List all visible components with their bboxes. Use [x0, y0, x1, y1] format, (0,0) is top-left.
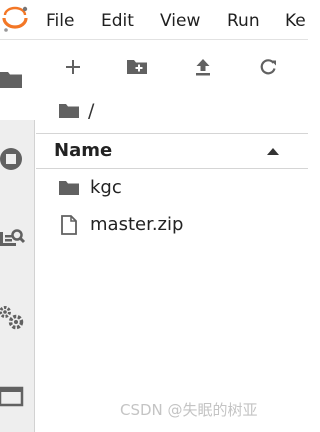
watermark: CSDN @失眠的树亚 [120, 401, 258, 419]
file-icon [61, 215, 77, 235]
jupyterlab-window: File Edit View Run Ke / Name kgc master.… [0, 0, 308, 432]
plus-icon [66, 60, 80, 74]
folder-icon[interactable] [0, 66, 26, 92]
refresh-button[interactable] [255, 54, 281, 80]
menu-file[interactable]: File [46, 10, 74, 32]
menu-view[interactable]: View [160, 10, 200, 32]
jupyter-logo-icon [0, 4, 30, 34]
file-name[interactable]: kgc [90, 176, 122, 200]
new-folder-icon [127, 60, 147, 74]
new-launcher-button[interactable] [60, 54, 86, 80]
upload-button[interactable] [190, 54, 216, 80]
stop-circle-icon[interactable] [0, 146, 26, 172]
menu-kernel[interactable]: Ke [285, 10, 306, 32]
menu-bar: File Edit View Run Ke [0, 0, 308, 40]
list-item[interactable]: master.zip [36, 207, 308, 243]
file-name[interactable]: master.zip [90, 213, 183, 237]
search-list-icon[interactable] [0, 226, 26, 252]
refresh-icon [260, 59, 276, 75]
window-icon[interactable] [0, 384, 26, 410]
folder-icon[interactable] [58, 98, 80, 124]
list-item[interactable]: kgc [36, 170, 308, 206]
menu-edit[interactable]: Edit [101, 10, 134, 32]
sort-ascending-icon[interactable] [266, 146, 280, 156]
new-folder-button[interactable] [124, 54, 150, 80]
gears-icon[interactable] [0, 304, 26, 330]
menu-run[interactable]: Run [227, 10, 260, 32]
file-list-header[interactable]: Name [36, 133, 308, 169]
name-column-header[interactable]: Name [54, 140, 112, 162]
folder-icon [59, 181, 79, 195]
left-sidebar [0, 40, 35, 432]
upload-icon [196, 59, 210, 76]
breadcrumb-root[interactable]: / [88, 98, 94, 124]
file-browser-panel: / Name kgc master.zip [36, 40, 308, 432]
